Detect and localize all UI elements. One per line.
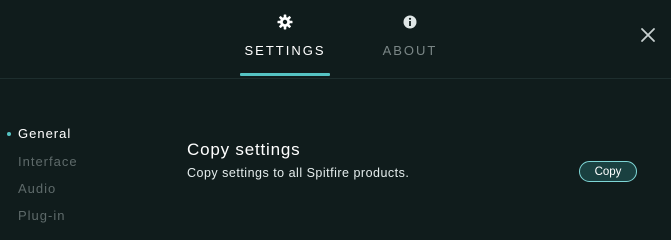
tab-about-label: ABOUT (382, 43, 438, 58)
sidebar-item-label: Plug-in (18, 208, 66, 223)
header: SETTINGS ABOUT (0, 0, 671, 79)
tab-settings-label: SETTINGS (244, 43, 326, 58)
sidebar-item-general[interactable]: General (7, 126, 72, 146)
info-icon (403, 15, 417, 29)
sidebar-item-label: General (18, 126, 72, 141)
active-dot (7, 132, 11, 136)
sidebar-item-label: Audio (18, 181, 57, 196)
sidebar-item-audio[interactable]: Audio (18, 181, 56, 201)
active-tab-indicator (240, 73, 330, 76)
tab-about[interactable]: ABOUT (370, 0, 450, 78)
tab-settings[interactable]: SETTINGS (240, 0, 330, 78)
copy-button[interactable]: Copy (579, 161, 637, 182)
gear-icon (277, 14, 293, 30)
sidebar-item-plug-in[interactable]: Plug-in (18, 208, 65, 228)
sidebar-item-label: Interface (18, 154, 78, 169)
close-icon[interactable] (639, 26, 657, 44)
sidebar-item-interface[interactable]: Interface (18, 154, 78, 174)
section-description: Copy settings to all Spitfire products. (187, 166, 410, 180)
section-title: Copy settings (187, 140, 301, 159)
